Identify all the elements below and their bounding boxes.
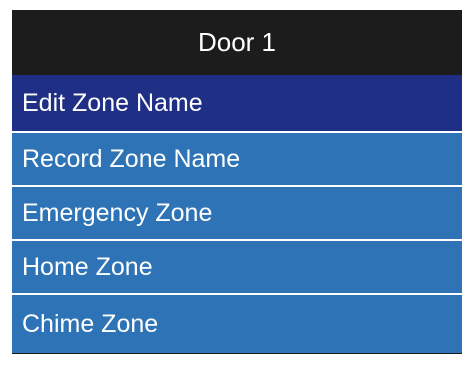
page-title: Door 1	[197, 27, 277, 57]
menu-item-record-zone-name[interactable]: Record Zone Name	[12, 131, 462, 185]
menu-item-home-zone[interactable]: Home Zone	[12, 239, 462, 293]
menu-item-label: Home Zone	[22, 252, 153, 281]
menu-item-edit-zone-name[interactable]: Edit Zone Name	[12, 75, 462, 131]
menu-item-chime-zone[interactable]: Chime Zone	[12, 293, 462, 353]
menu-item-label: Record Zone Name	[22, 144, 241, 173]
title-bar: Door 1	[12, 10, 462, 75]
device-screen: Door 1 Edit Zone Name Record Zone Name E…	[12, 10, 462, 354]
menu-item-label: Edit Zone Name	[22, 88, 203, 117]
menu-item-label: Emergency Zone	[22, 198, 213, 227]
menu-item-emergency-zone[interactable]: Emergency Zone	[12, 185, 462, 239]
menu-item-label: Chime Zone	[22, 309, 159, 338]
zone-menu: Edit Zone Name Record Zone Name Emergenc…	[12, 75, 462, 353]
